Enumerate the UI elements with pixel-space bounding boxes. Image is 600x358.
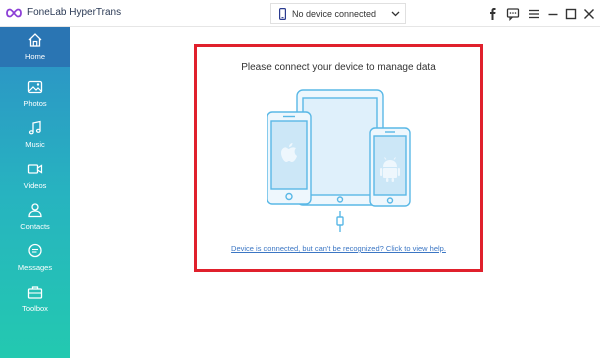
title-bar: FoneLab HyperTrans No device connected bbox=[0, 0, 600, 27]
connect-device-panel: Please connect your device to manage dat… bbox=[194, 44, 483, 272]
menu-icon[interactable] bbox=[527, 7, 541, 21]
devices-illustration bbox=[267, 89, 411, 232]
sidebar-item-label: Contacts bbox=[20, 222, 50, 231]
sidebar-item-contacts[interactable]: Contacts bbox=[0, 197, 70, 237]
videos-icon bbox=[27, 164, 43, 174]
device-selector-dropdown[interactable]: No device connected bbox=[270, 3, 406, 24]
app-title: FoneLab HyperTrans bbox=[27, 7, 122, 18]
maximize-icon[interactable] bbox=[564, 7, 578, 21]
sidebar-item-messages[interactable]: Messages bbox=[0, 238, 70, 278]
toolbox-icon bbox=[27, 286, 43, 299]
usb-cable-icon bbox=[336, 211, 344, 232]
sidebar-item-toolbox[interactable]: Toolbox bbox=[0, 279, 70, 319]
sidebar-item-label: Photos bbox=[23, 99, 47, 108]
device-selector-label: No device connected bbox=[292, 9, 377, 19]
messages-icon bbox=[28, 243, 42, 258]
sidebar: Home Photos Music Videos Contacts Messag… bbox=[0, 27, 70, 358]
main-panel: Please connect your device to manage dat… bbox=[70, 27, 600, 358]
sidebar-item-photos[interactable]: Photos bbox=[0, 74, 70, 114]
close-icon[interactable] bbox=[582, 7, 596, 21]
help-link[interactable]: Device is connected, but can't be recogn… bbox=[197, 244, 480, 253]
music-icon bbox=[28, 120, 41, 135]
sidebar-item-videos[interactable]: Videos bbox=[0, 156, 70, 196]
sidebar-item-home[interactable]: Home bbox=[0, 27, 70, 67]
phone-icon bbox=[279, 8, 286, 20]
sidebar-item-label: Videos bbox=[23, 181, 47, 190]
sidebar-item-label: Messages bbox=[17, 263, 53, 272]
chat-icon[interactable] bbox=[506, 7, 520, 21]
sidebar-item-label: Toolbox bbox=[22, 304, 48, 313]
sidebar-item-label: Home bbox=[24, 52, 45, 61]
home-icon bbox=[28, 33, 42, 47]
minimize-icon[interactable] bbox=[546, 7, 560, 21]
connect-title: Please connect your device to manage dat… bbox=[241, 62, 436, 73]
chevron-down-icon bbox=[391, 11, 400, 17]
sidebar-item-label: Music bbox=[25, 140, 45, 149]
contacts-icon bbox=[28, 203, 42, 218]
photos-icon bbox=[27, 80, 43, 94]
facebook-icon[interactable] bbox=[486, 7, 500, 21]
sidebar-item-music[interactable]: Music bbox=[0, 115, 70, 155]
infinity-logo-icon bbox=[6, 8, 22, 18]
